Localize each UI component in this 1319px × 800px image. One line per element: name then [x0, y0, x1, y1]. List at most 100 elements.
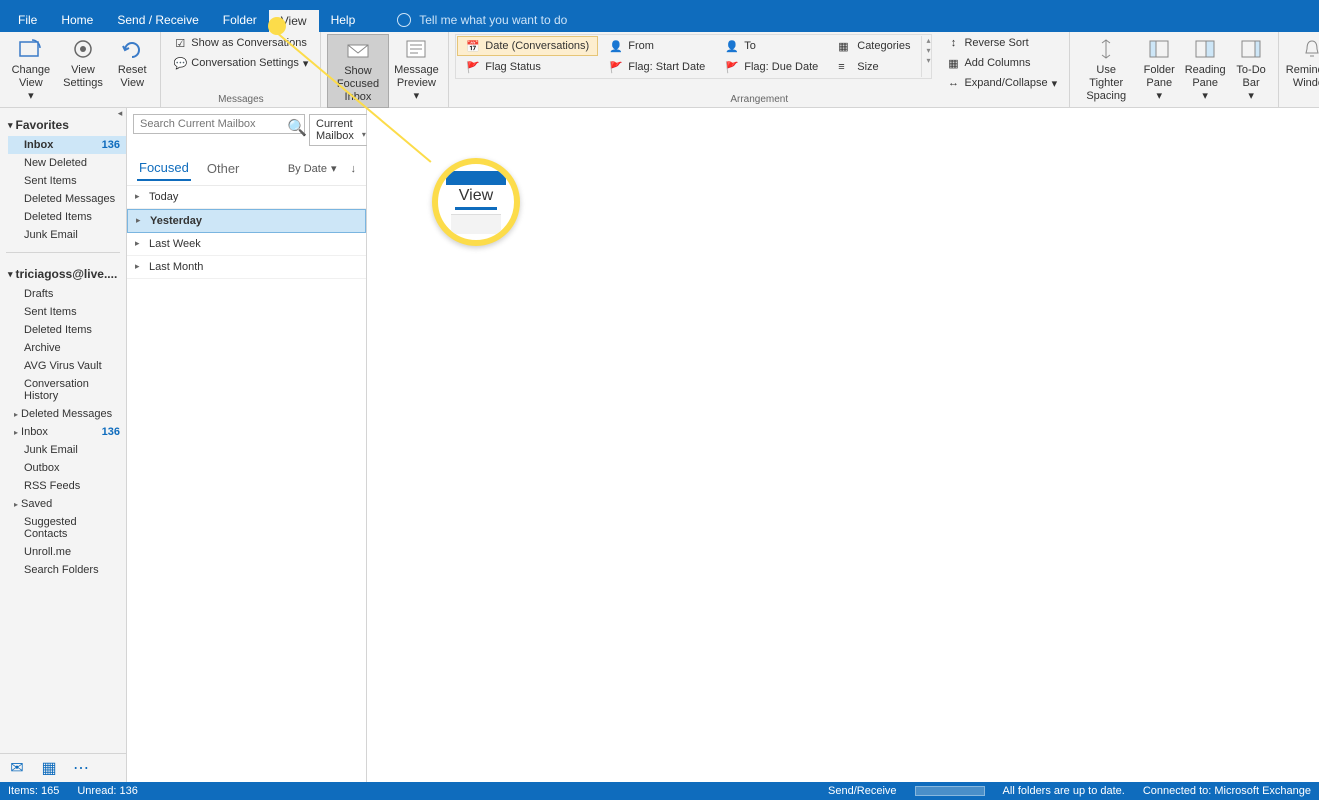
spacing-icon: [1092, 36, 1120, 62]
nav-sent-items[interactable]: Sent Items: [8, 303, 126, 321]
more-modules-icon[interactable]: ⋯: [72, 760, 90, 776]
reset-view-button[interactable]: Reset View: [110, 34, 154, 92]
arrange-flag-start[interactable]: 🚩Flag: Start Date: [600, 57, 714, 77]
callout-highlight-dot: [268, 17, 286, 35]
nav-unroll-me[interactable]: Unroll.me: [8, 543, 126, 561]
message-preview-button[interactable]: Message Preview ▾: [391, 34, 443, 106]
tab-help[interactable]: Help: [319, 9, 368, 31]
reading-pane-button[interactable]: Reading Pane ▾: [1182, 34, 1228, 106]
nav-item-label: Suggested Contacts: [24, 516, 120, 540]
nav-rss-feeds[interactable]: RSS Feeds: [8, 477, 126, 495]
chevron-down-icon: ▾: [8, 269, 13, 280]
arrange-more[interactable]: ▾: [926, 56, 930, 65]
other-tab[interactable]: Other: [205, 157, 242, 180]
focused-tab[interactable]: Focused: [137, 156, 191, 181]
ribbon-group-messages: ☑ Show as Conversations 💬 Conversation S…: [161, 32, 321, 107]
arrange-flag-due[interactable]: 🚩Flag: Due Date: [716, 57, 827, 77]
chevron-right-icon: ▸: [135, 238, 140, 249]
folder-pane-icon: [1145, 36, 1173, 62]
nav-inbox-fav[interactable]: Inbox136: [8, 136, 126, 154]
group-label: Last Month: [149, 261, 203, 273]
nav-item-label: Conversation History: [24, 378, 120, 402]
nav-junk-email-fav[interactable]: Junk Email: [8, 226, 126, 244]
tab-send-receive[interactable]: Send / Receive: [105, 9, 210, 31]
account-header[interactable]: ▾triciagoss@live....: [8, 263, 126, 285]
calendar-module-icon[interactable]: ▦: [40, 760, 58, 776]
tab-folder[interactable]: Folder: [211, 9, 269, 31]
todo-bar-button[interactable]: To-Do Bar ▾: [1230, 34, 1272, 106]
nav-deleted-items[interactable]: Deleted Items: [8, 321, 126, 339]
view-settings-icon: [69, 36, 97, 62]
tighter-spacing-button[interactable]: Use Tighter Spacing: [1076, 34, 1136, 106]
change-view-button[interactable]: Change View ▾: [6, 34, 56, 106]
send-receive-progress: [915, 786, 985, 796]
navigation-pane: ◂ ▾Favorites Inbox136 New Deleted Sent I…: [0, 108, 127, 782]
arrange-date[interactable]: 📅Date (Conversations): [457, 36, 598, 56]
arrange-size[interactable]: ≡Size: [829, 57, 919, 77]
expand-collapse-button[interactable]: ↔Expand/Collapse ▾: [940, 74, 1063, 92]
to-icon: 👤: [725, 40, 739, 52]
lightbulb-icon: [397, 13, 411, 27]
tighter-spacing-label: Use Tighter Spacing: [1082, 64, 1130, 104]
arrange-to[interactable]: 👤 To: [716, 36, 827, 56]
reset-view-label: Reset View: [116, 64, 148, 90]
reverse-sort-button[interactable]: ↕Reverse Sort: [940, 34, 1063, 52]
tell-me-search[interactable]: Tell me what you want to do: [397, 13, 567, 27]
group-last-month[interactable]: ▸Last Month: [127, 256, 366, 279]
nav-outbox[interactable]: Outbox: [8, 459, 126, 477]
nav-sent-items-fav[interactable]: Sent Items: [8, 172, 126, 190]
nav-avg-vault[interactable]: AVG Virus Vault: [8, 357, 126, 375]
add-columns-button[interactable]: ▦Add Columns: [940, 54, 1063, 72]
nav-item-label: Sent Items: [24, 306, 77, 318]
nav-new-deleted[interactable]: New Deleted: [8, 154, 126, 172]
nav-conversation-history[interactable]: Conversation History: [8, 375, 126, 405]
sort-label: By Date: [288, 163, 327, 175]
nav-suggested-contacts[interactable]: Suggested Contacts: [8, 513, 126, 543]
group-last-week[interactable]: ▸ Last Week: [127, 233, 366, 256]
collapse-nav-button[interactable]: ◂: [114, 108, 126, 120]
nav-search-folders[interactable]: Search Folders: [8, 561, 126, 579]
nav-deleted-items-fav[interactable]: Deleted Items: [8, 208, 126, 226]
nav-deleted-messages-fav[interactable]: Deleted Messages: [8, 190, 126, 208]
nav-deleted-messages[interactable]: ▸Deleted Messages: [8, 405, 126, 423]
arrange-to-label: To: [744, 40, 756, 52]
arrange-categories[interactable]: ▦Categories: [829, 36, 919, 56]
arrange-scroll-up[interactable]: ▴: [926, 36, 930, 45]
view-settings-button[interactable]: View Settings: [58, 34, 108, 92]
show-focused-inbox-button[interactable]: Show Focused Inbox: [327, 34, 388, 108]
conversation-settings-button[interactable]: 💬 Conversation Settings ▾: [167, 54, 314, 72]
group-yesterday[interactable]: ▸Yesterday: [127, 209, 366, 233]
nav-drafts[interactable]: Drafts: [8, 285, 126, 303]
view-settings-label: View Settings: [63, 64, 103, 90]
reminders-window-button[interactable]: Reminders Window: [1285, 34, 1319, 92]
checkbox-checked-icon: ☑: [173, 36, 187, 50]
search-scope-dropdown[interactable]: Current Mailbox: [309, 114, 371, 146]
nav-junk-email[interactable]: Junk Email: [8, 441, 126, 459]
arrange-from-label: From: [628, 40, 654, 52]
add-columns-label: Add Columns: [964, 57, 1030, 69]
folder-pane-button[interactable]: Folder Pane ▾: [1138, 34, 1180, 106]
window-titlebar: [0, 0, 1319, 8]
arrange-from[interactable]: 👤From: [600, 36, 714, 56]
sort-by-dropdown[interactable]: By Date ▾: [288, 162, 337, 175]
arrange-scroll-down[interactable]: ▾: [926, 46, 930, 55]
sort-direction-button[interactable]: ↓: [351, 163, 357, 175]
tab-home[interactable]: Home: [49, 9, 105, 31]
group-label: Last Week: [149, 238, 201, 250]
flag-icon: 🚩: [609, 61, 623, 73]
tab-file[interactable]: File: [6, 9, 49, 31]
favorites-header[interactable]: ▾Favorites: [8, 114, 126, 136]
nav-archive[interactable]: Archive: [8, 339, 126, 357]
mail-module-icon[interactable]: ✉: [8, 760, 26, 776]
conversation-icon: 💬: [173, 56, 187, 70]
nav-saved[interactable]: ▸Saved: [8, 495, 126, 513]
nav-inbox[interactable]: ▸Inbox136: [8, 423, 126, 441]
folder-pane-label: Folder Pane: [1144, 64, 1175, 90]
arrange-flag-status[interactable]: 🚩Flag Status: [457, 57, 598, 77]
group-today[interactable]: ▸Today: [127, 186, 366, 209]
show-as-conversations-checkbox[interactable]: ☑ Show as Conversations: [167, 34, 314, 52]
todo-bar-icon: [1237, 36, 1265, 62]
ribbon-group-focused-inbox: Show Focused Inbox Message Preview ▾ Foc…: [321, 32, 449, 107]
search-input[interactable]: [133, 114, 305, 134]
arrange-flag-due-label: Flag: Due Date: [744, 61, 818, 73]
